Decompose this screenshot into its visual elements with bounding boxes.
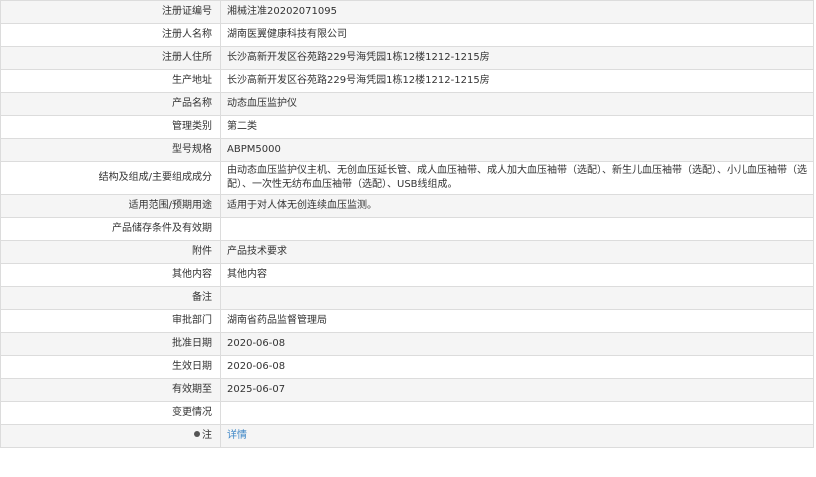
info-dot-icon [194,431,200,437]
field-label: 注册人住所 [0,46,221,70]
table-row: 适用范围/预期用途 适用于对人体无创连续血压监测。 [0,194,814,218]
field-value: 其他内容 [220,263,814,287]
note-label-cell: 注 [0,424,221,448]
field-value: 2020-06-08 [220,355,814,379]
field-label: 产品名称 [0,92,221,116]
field-value: 由动态血压监护仪主机、无创血压延长管、成人血压袖带、成人加大血压袖带（选配）、新… [220,161,814,195]
field-value: 湖南医翼健康科技有限公司 [220,23,814,47]
field-label: 批准日期 [0,332,221,356]
field-value: 第二类 [220,115,814,139]
field-label: 管理类别 [0,115,221,139]
table-row: 生效日期 2020-06-08 [0,355,814,379]
table-row: 结构及组成/主要组成成分 由动态血压监护仪主机、无创血压延长管、成人血压袖带、成… [0,161,814,195]
field-label: 有效期至 [0,378,221,402]
field-label: 注册证编号 [0,0,221,24]
field-value: 2020-06-08 [220,332,814,356]
field-label: 结构及组成/主要组成成分 [0,161,221,195]
table-row: 注册人名称 湖南医翼健康科技有限公司 [0,23,814,47]
field-label: 生效日期 [0,355,221,379]
field-label: 其他内容 [0,263,221,287]
field-value [220,286,814,310]
field-label: 备注 [0,286,221,310]
field-value: 湘械注准20202071095 [220,0,814,24]
details-link[interactable]: 详情 [227,430,247,441]
field-label: 注册人名称 [0,23,221,47]
table-row: 备注 [0,286,814,310]
field-value [220,401,814,425]
table-row: 批准日期 2020-06-08 [0,332,814,356]
table-row: 变更情况 [0,401,814,425]
field-label: 产品储存条件及有效期 [0,217,221,241]
field-value: ABPM5000 [220,138,814,162]
field-value: 长沙高新开发区谷苑路229号海凭园1栋12楼1212-1215房 [220,69,814,93]
field-value: 长沙高新开发区谷苑路229号海凭园1栋12楼1212-1215房 [220,46,814,70]
table-row: 附件 产品技术要求 [0,240,814,264]
field-label: 适用范围/预期用途 [0,194,221,218]
table-row: 其他内容 其他内容 [0,263,814,287]
field-value: 产品技术要求 [220,240,814,264]
field-value [220,217,814,241]
field-label: 生产地址 [0,69,221,93]
table-row: 型号规格 ABPM5000 [0,138,814,162]
table-row: 产品储存条件及有效期 [0,217,814,241]
field-value: 湖南省药品监督管理局 [220,309,814,333]
field-value: 动态血压监护仪 [220,92,814,116]
table-row: 生产地址 长沙高新开发区谷苑路229号海凭园1栋12楼1212-1215房 [0,69,814,93]
table-row: 产品名称 动态血压监护仪 [0,92,814,116]
note-label: 注 [202,430,212,441]
note-row: 注 详情 [0,424,814,448]
field-label: 型号规格 [0,138,221,162]
table-row: 有效期至 2025-06-07 [0,378,814,402]
table-row: 管理类别 第二类 [0,115,814,139]
note-value-cell: 详情 [220,424,814,448]
table-row: 注册证编号 湘械注准20202071095 [0,0,814,24]
table-row: 审批部门 湖南省药品监督管理局 [0,309,814,333]
field-label: 附件 [0,240,221,264]
field-label: 审批部门 [0,309,221,333]
registration-table: 注册证编号 湘械注准20202071095 注册人名称 湖南医翼健康科技有限公司… [0,0,814,448]
field-value: 适用于对人体无创连续血压监测。 [220,194,814,218]
field-value: 2025-06-07 [220,378,814,402]
table-row: 注册人住所 长沙高新开发区谷苑路229号海凭园1栋12楼1212-1215房 [0,46,814,70]
field-label: 变更情况 [0,401,221,425]
